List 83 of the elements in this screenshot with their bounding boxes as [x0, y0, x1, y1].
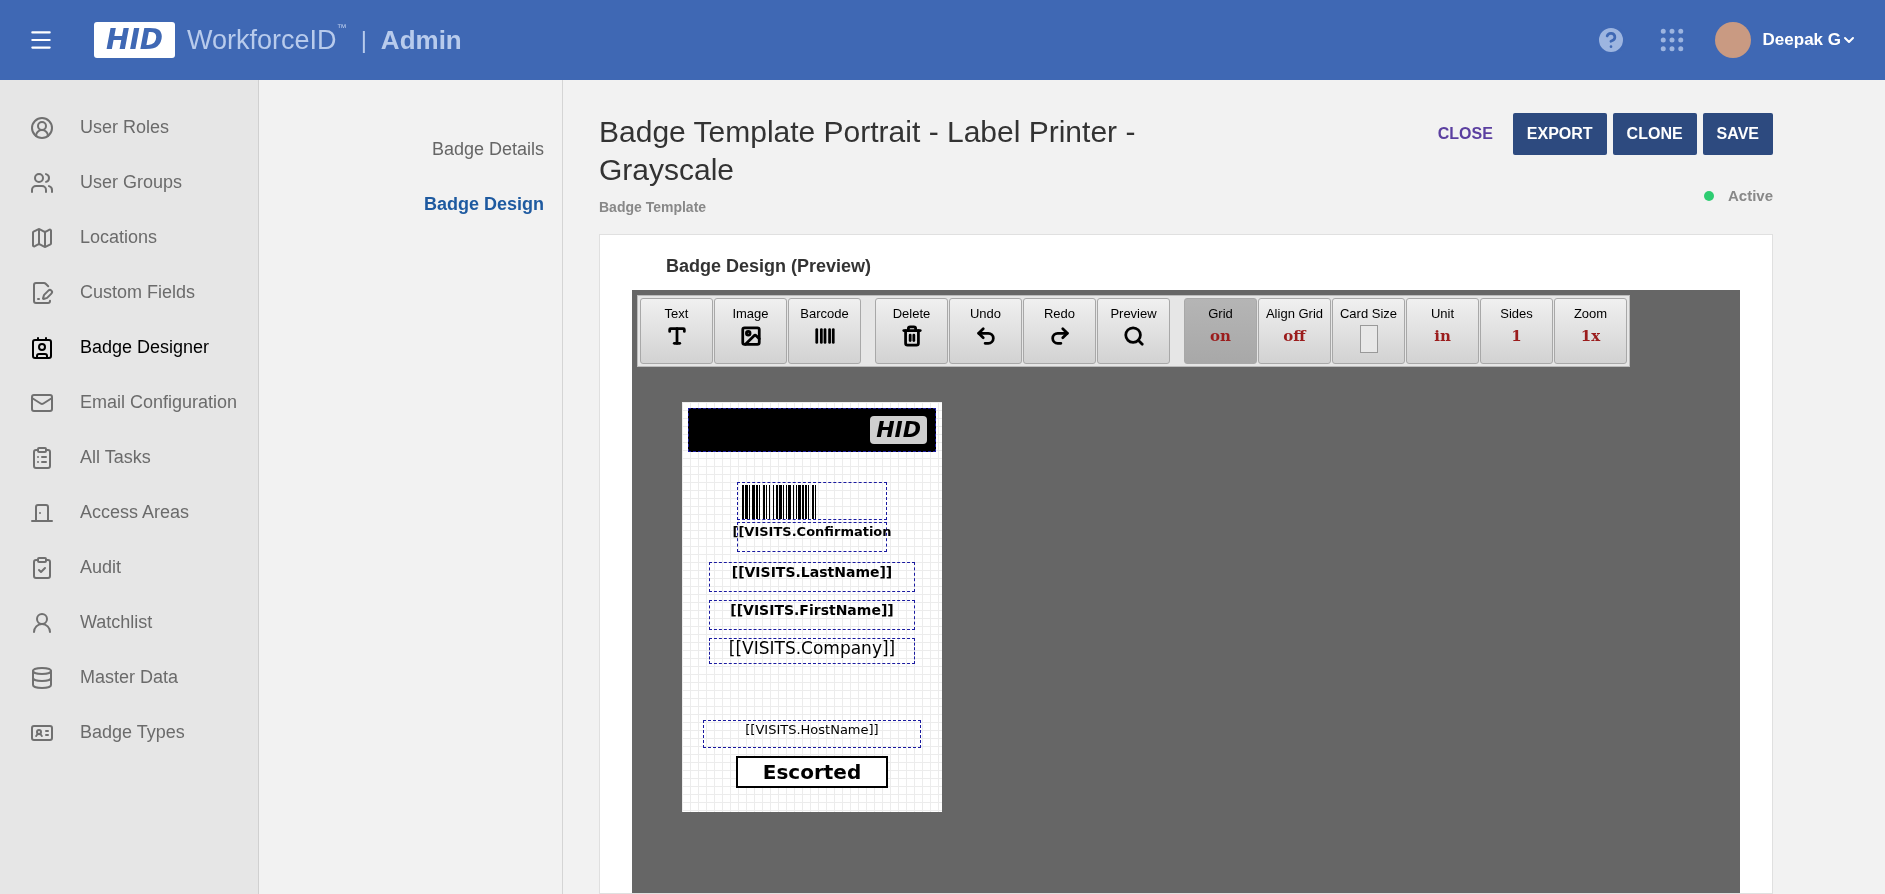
badge-icon — [30, 335, 54, 360]
toolbar-value: on — [1210, 326, 1231, 347]
toolbar-label: Text — [664, 307, 689, 320]
sidebar-item[interactable]: Access Areas — [0, 485, 258, 540]
toolbar-button[interactable]: Delete — [875, 298, 948, 364]
page-subtitle: Badge Template — [599, 198, 708, 217]
toolbar-button[interactable]: Card Size — [1332, 298, 1405, 364]
sidebar-item[interactable]: Locations — [0, 210, 258, 265]
redo-icon — [1048, 325, 1071, 347]
sidebar-item[interactable]: All Tasks — [0, 430, 258, 485]
clipboard-icon — [30, 445, 54, 470]
clipboard-check-icon — [30, 555, 54, 580]
action-button[interactable]: SAVE — [1702, 113, 1773, 155]
database-icon — [30, 665, 54, 690]
toolbar-button[interactable]: Sides 1 — [1480, 298, 1553, 364]
toolbar-button[interactable]: Align Grid off — [1258, 298, 1331, 364]
sidebar-item[interactable]: Badge Types — [0, 705, 258, 760]
section-name: Admin — [380, 23, 462, 57]
users-icon — [30, 170, 54, 195]
toolbar-button[interactable]: Grid on — [1184, 298, 1257, 364]
text-field[interactable]: [[VISITS.FirstName]] — [709, 600, 915, 630]
subnav-link[interactable]: Badge Details — [431, 136, 544, 163]
escorted-label: Escorted — [736, 756, 888, 788]
product-name: WorkforceID — [187, 23, 337, 57]
undo-icon — [974, 325, 997, 347]
sidebar-item[interactable]: User Roles — [0, 100, 258, 155]
trash-icon — [900, 325, 923, 347]
logo-text: HID — [94, 22, 176, 58]
toolbar-label: Undo — [969, 307, 1002, 320]
logo-text: HID — [870, 416, 927, 444]
toolbar-label: Barcode — [800, 307, 849, 320]
toolbar-value: 1 — [1511, 326, 1522, 347]
toolbar-label: Sides — [1500, 307, 1533, 320]
sidebar-item[interactable]: Email Configuration — [0, 375, 258, 430]
barcode-icon — [813, 325, 836, 347]
toolbar-label: Delete — [892, 307, 931, 320]
action-button[interactable]: EXPORT — [1512, 113, 1607, 155]
user-menu[interactable]: Deepak G — [1762, 27, 1857, 53]
toolbar-label: Card Size — [1339, 307, 1398, 320]
text-field[interactable]: [[VISITS.LastName]] — [709, 562, 915, 592]
toolbar-label: Redo — [1043, 307, 1076, 320]
map-icon — [30, 225, 54, 250]
sidebar-item[interactable]: Watchlist — [0, 595, 258, 650]
toolbar-label: Grid — [1208, 307, 1233, 320]
separator-text: | — [360, 25, 367, 55]
page-title: Badge Template Portrait - Label Printer - Grayscale — [599, 114, 1137, 188]
toolbar-button[interactable]: Unit in — [1406, 298, 1479, 364]
image-icon — [739, 325, 762, 347]
toolbar-label: Align Grid — [1265, 307, 1324, 320]
text-field[interactable]: [[VISITS.HostName]] — [703, 720, 921, 748]
toolbar-label: Preview — [1110, 307, 1157, 320]
action-button[interactable]: CLONE — [1612, 113, 1697, 155]
document-pen-icon — [30, 280, 54, 305]
text-icon — [665, 325, 688, 347]
sidebar-item[interactable]: Master Data — [0, 650, 258, 705]
sidebar-item[interactable]: Custom Fields — [0, 265, 258, 320]
toolbar-value: off — [1283, 326, 1306, 347]
sidebar-item[interactable]: User Groups — [0, 155, 258, 210]
toolbar-label: Image — [732, 307, 769, 320]
toolbar-button[interactable]: Preview — [1097, 298, 1170, 364]
toolbar-button[interactable]: Zoom 1x — [1554, 298, 1627, 364]
avatar[interactable] — [1714, 22, 1751, 58]
toolbar-value: 1x — [1580, 326, 1601, 347]
toolbar-label: Unit — [1430, 307, 1455, 320]
toolbar-value: in — [1434, 326, 1451, 347]
toolbar-button[interactable]: Text — [640, 298, 713, 364]
user-circle-icon — [30, 115, 54, 140]
toolbar-button[interactable]: Barcode — [788, 298, 861, 364]
sidebar-item[interactable]: Badge Designer — [0, 320, 258, 375]
toolbar-button[interactable]: Image — [714, 298, 787, 364]
close-button[interactable]: CLOSE — [1423, 113, 1507, 155]
toolbar-button[interactable]: Undo — [949, 298, 1022, 364]
card-size-swatch — [1359, 325, 1378, 353]
text-field[interactable]: [[VISITS.Company]] — [709, 638, 915, 664]
user-icon — [30, 610, 54, 635]
trademark-mark: ™ — [336, 20, 347, 35]
toolbar-label: Zoom — [1573, 307, 1608, 320]
sidebar-item[interactable]: Audit — [0, 540, 258, 595]
card-title: Badge Design (Preview) — [666, 255, 873, 278]
status-label: Active — [1727, 186, 1773, 206]
toolbar-button[interactable]: Redo — [1023, 298, 1096, 364]
subnav-link[interactable]: Badge Design — [423, 191, 544, 218]
search-icon — [1122, 325, 1145, 347]
